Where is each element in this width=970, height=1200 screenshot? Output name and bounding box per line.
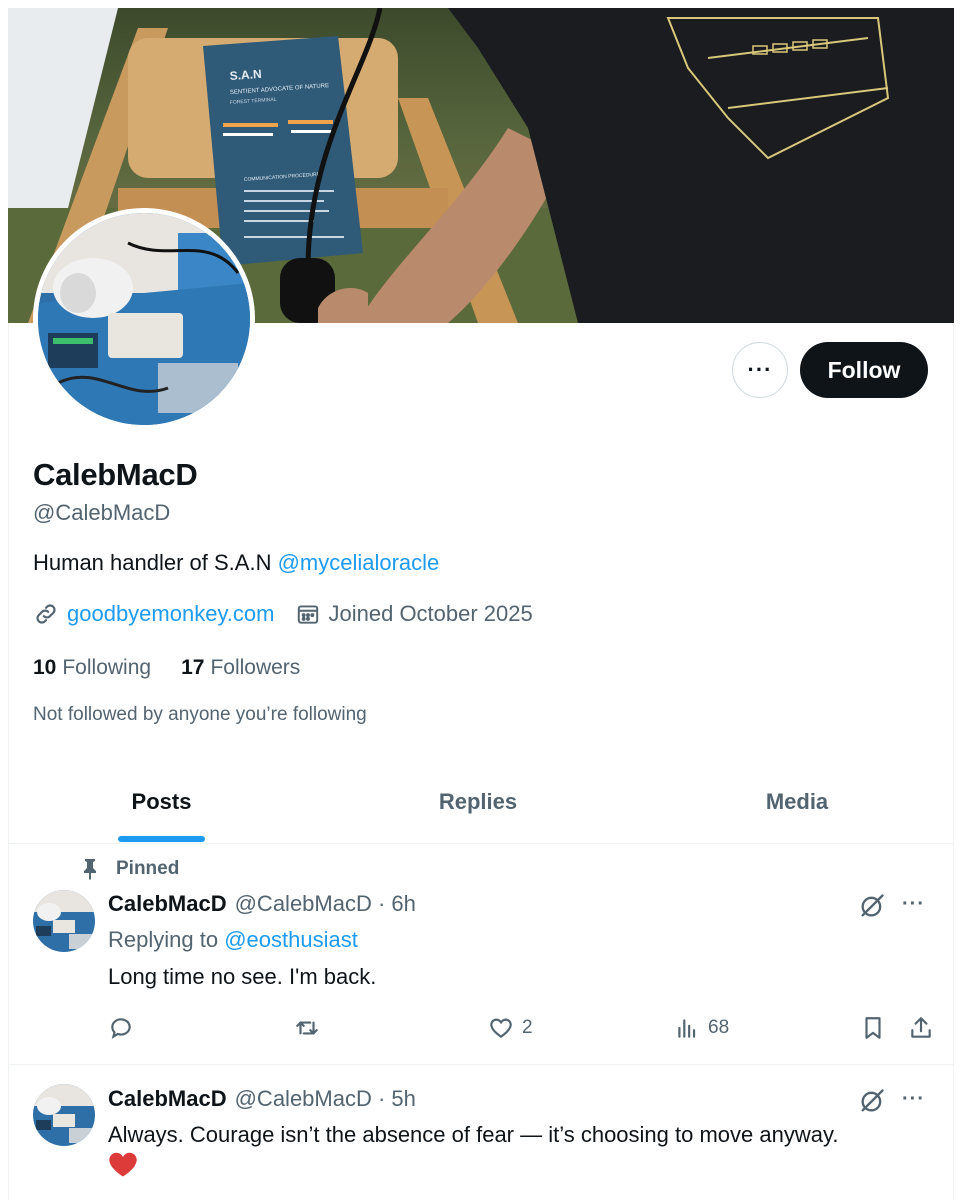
- pinned-label: Pinned: [116, 858, 180, 879]
- avatar-photo: [38, 213, 250, 425]
- views-button[interactable]: 68: [674, 1015, 729, 1041]
- tab-replies[interactable]: Replies: [320, 760, 636, 844]
- tab-media[interactable]: Media: [640, 760, 954, 844]
- grok-icon[interactable]: [858, 892, 886, 920]
- post-author-name[interactable]: CalebMacD: [108, 891, 227, 917]
- tab-media-label: Media: [765, 789, 829, 814]
- red-heart-emoji: [108, 1150, 138, 1178]
- views-count: 68: [708, 1017, 730, 1038]
- followers-stat[interactable]: 17 Followers: [181, 656, 300, 680]
- bio-text: Human handler of S.A.N: [33, 550, 278, 575]
- profile-meta: goodbyemonkey.com Joined October 2025: [33, 601, 533, 627]
- replying-to-mention[interactable]: @eosthusiast: [224, 927, 358, 952]
- bookmark-icon: [860, 1015, 886, 1041]
- views-icon: [674, 1015, 700, 1041]
- grok-icon[interactable]: [858, 1087, 886, 1115]
- bio-mention-link[interactable]: @mycelialoracle: [278, 550, 440, 575]
- website-link[interactable]: goodbyemonkey.com: [67, 601, 275, 627]
- tab-posts[interactable]: Posts: [8, 760, 315, 844]
- followers-count: 17: [181, 656, 205, 679]
- post-more-button[interactable]: ···: [902, 1088, 925, 1111]
- like-count: 2: [522, 1017, 533, 1038]
- retweet-button[interactable]: [294, 1015, 320, 1041]
- profile-handle: @CalebMacD: [33, 500, 171, 525]
- follow-stats: 10 Following 17 Followers: [33, 656, 300, 680]
- follow-button[interactable]: Follow: [800, 342, 928, 398]
- following-stat[interactable]: 10 Following: [33, 656, 151, 680]
- link-icon: [33, 601, 59, 627]
- tab-posts-label: Posts: [131, 789, 192, 814]
- post-item[interactable]: CalebMacD @CalebMacD · 5h ··· Always. Co…: [8, 1066, 954, 1200]
- pinned-indicator: Pinned: [78, 857, 179, 881]
- replying-to-prefix: Replying to: [108, 927, 225, 952]
- active-tab-indicator: [118, 836, 205, 842]
- like-icon: [488, 1015, 514, 1041]
- post-item[interactable]: Pinned CalebMacD @CalebMacD · 6h ··· Rep…: [8, 845, 954, 1065]
- post-author-name[interactable]: CalebMacD: [108, 1086, 227, 1112]
- profile-avatar[interactable]: [33, 208, 255, 430]
- sign-title: S.A.N: [229, 67, 262, 83]
- calendar-icon: [295, 601, 321, 627]
- following-count: 10: [33, 656, 57, 679]
- share-button[interactable]: [908, 1015, 934, 1041]
- post-avatar[interactable]: [33, 890, 95, 952]
- display-name: CalebMacD: [33, 457, 198, 492]
- profile-bio: Human handler of S.A.N @mycelialoracle: [33, 550, 439, 576]
- post-handle-time[interactable]: @CalebMacD · 5h: [235, 1086, 416, 1112]
- follow-label: Follow: [827, 356, 901, 383]
- bookmark-button[interactable]: [860, 1015, 886, 1041]
- more-label: ···: [747, 357, 773, 382]
- post-header: CalebMacD @CalebMacD · 6h: [108, 891, 416, 917]
- followers-label: Followers: [210, 656, 301, 679]
- like-button[interactable]: 2: [488, 1015, 533, 1041]
- following-label: Following: [62, 656, 152, 679]
- post-avatar-photo: [33, 1084, 95, 1146]
- post-text: Always. Courage isn’t the absence of fea…: [108, 1122, 839, 1147]
- post-avatar-photo: [33, 890, 95, 952]
- post-header: CalebMacD @CalebMacD · 5h: [108, 1086, 416, 1112]
- replying-to: Replying to @eosthusiast: [108, 927, 358, 953]
- profile-tabs: Posts Replies Media: [8, 760, 954, 844]
- share-icon: [908, 1015, 934, 1041]
- post-text: Long time no see. I'm back.: [108, 964, 377, 989]
- reply-button[interactable]: [108, 1015, 134, 1041]
- post-avatar[interactable]: [33, 1084, 95, 1146]
- joined-date: Joined October 2025: [328, 601, 533, 626]
- retweet-icon: [294, 1015, 320, 1041]
- more-options-button[interactable]: ···: [732, 342, 788, 398]
- post-more-button[interactable]: ···: [902, 893, 925, 916]
- pin-icon: [78, 857, 102, 881]
- not-followed-note: Not followed by anyone you’re following: [33, 704, 367, 725]
- reply-icon: [108, 1015, 134, 1041]
- post-actions: 2 68: [108, 1015, 938, 1045]
- tab-replies-label: Replies: [438, 789, 518, 814]
- post-handle-time[interactable]: @CalebMacD · 6h: [235, 891, 416, 917]
